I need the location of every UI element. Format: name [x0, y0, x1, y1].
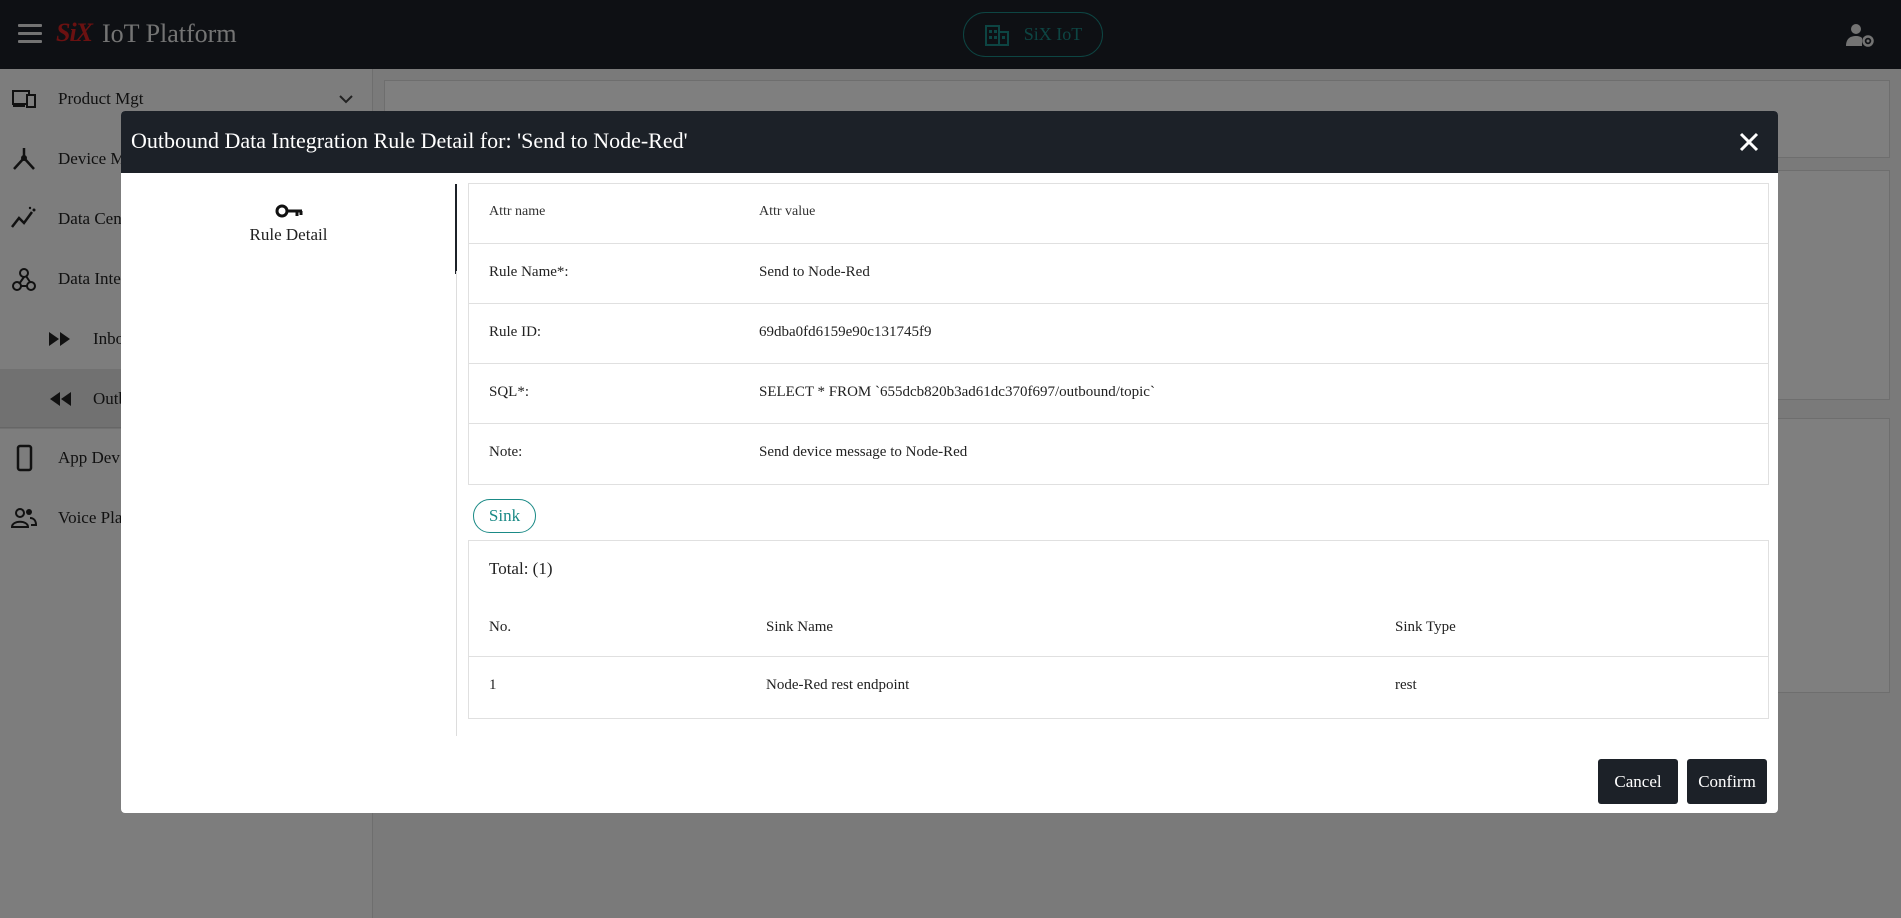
attr-name: Rule Name*:: [489, 264, 569, 280]
table-header-row: No. Sink Name Sink Type: [469, 599, 1768, 657]
tab-divider: [456, 271, 457, 736]
vertical-tabs: Rule Detail: [121, 173, 457, 736]
close-icon[interactable]: [1736, 129, 1762, 155]
key-icon: [275, 204, 302, 218]
attribute-table: Attr name Attr value Rule Name*: Send to…: [468, 183, 1769, 485]
sink-name: Node-Red rest endpoint: [766, 677, 910, 693]
table-row: Rule Name*: Send to Node-Red: [469, 244, 1768, 304]
cancel-button[interactable]: Cancel: [1598, 759, 1678, 804]
attr-name: Note:: [489, 444, 523, 460]
table-row[interactable]: 1 Node-Red rest endpoint rest: [469, 657, 1768, 718]
attr-value: Send to Node-Red: [759, 264, 870, 280]
dialog-header: Outbound Data Integration Rule Detail fo…: [121, 111, 1778, 173]
confirm-button[interactable]: Confirm: [1687, 759, 1767, 804]
attr-name: Rule ID:: [489, 324, 542, 340]
attr-value: SELECT * FROM `655dcb820b3ad61dc370f697/…: [759, 384, 1155, 400]
sink-chip[interactable]: Sink: [473, 499, 536, 533]
sink-table: Total: (1) No. Sink Name Sink Type 1 Nod…: [468, 540, 1769, 719]
sink-total-count: Total: (1): [489, 559, 553, 578]
table-row: SQL*: SELECT * FROM `655dcb820b3ad61dc37…: [469, 364, 1768, 424]
tab-rule-detail[interactable]: Rule Detail: [121, 185, 456, 270]
tab-indicator: [455, 184, 457, 274]
table-row: Rule ID: 69dba0fd6159e90c131745f9: [469, 304, 1768, 364]
column-header-attr-name: Attr name: [489, 204, 546, 219]
attr-value: 69dba0fd6159e90c131745f9: [759, 324, 932, 340]
rule-detail-dialog: Outbound Data Integration Rule Detail fo…: [121, 111, 1778, 813]
attr-name: SQL*:: [489, 384, 530, 400]
column-header-sink-type: Sink Type: [1395, 619, 1456, 635]
dialog-title: Outbound Data Integration Rule Detail fo…: [131, 128, 688, 153]
sink-type: rest: [1395, 677, 1417, 693]
table-header-row: Attr name Attr value: [469, 184, 1768, 244]
column-header-sink-name: Sink Name: [766, 619, 834, 635]
sink-no: 1: [489, 677, 497, 693]
tab-label: Rule Detail: [249, 225, 328, 244]
column-header-no: No.: [489, 619, 512, 635]
column-header-attr-value: Attr value: [759, 204, 816, 219]
attr-value: Send device message to Node-Red: [759, 444, 968, 460]
table-row: Note: Send device message to Node-Red: [469, 424, 1768, 484]
